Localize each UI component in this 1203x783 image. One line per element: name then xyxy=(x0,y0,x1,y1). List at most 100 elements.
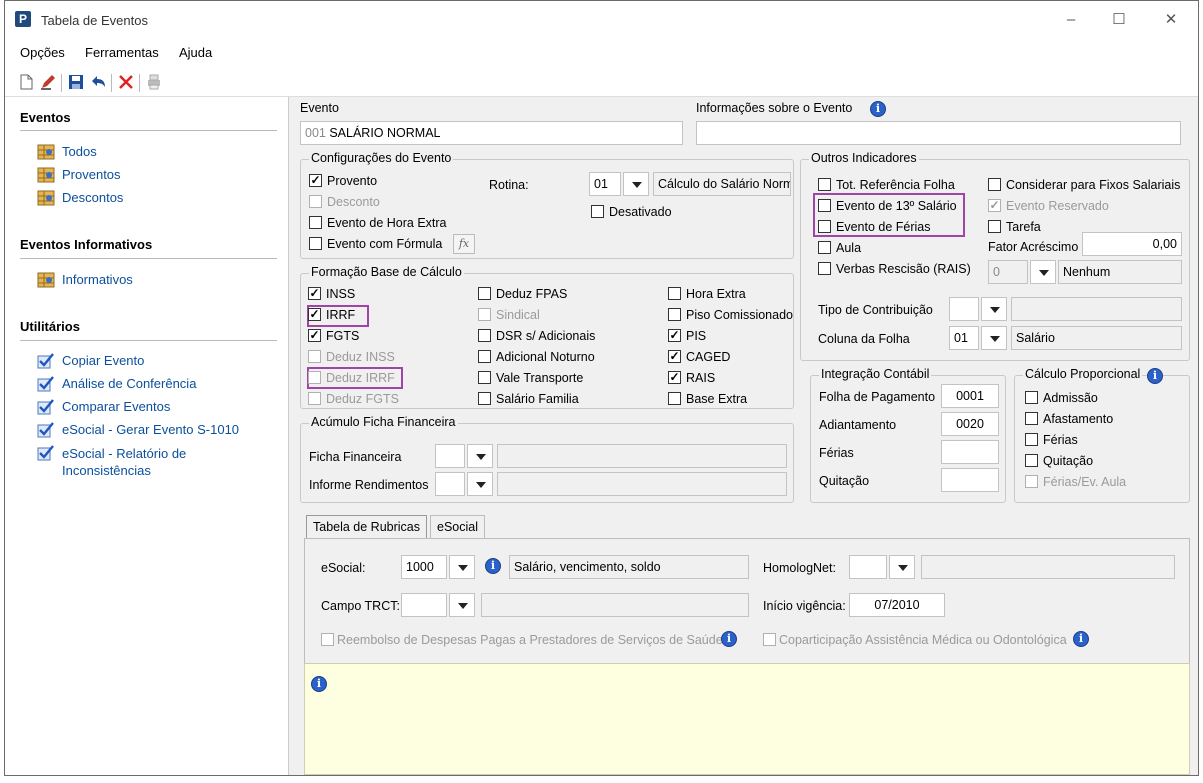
formula-checkbox[interactable] xyxy=(309,237,322,250)
trct-input[interactable] xyxy=(401,593,447,617)
fixos-label: Considerar para Fixos Salariais xyxy=(1006,178,1181,192)
coluna-code[interactable]: 01 xyxy=(949,326,979,350)
info-icon[interactable]: i xyxy=(721,631,737,647)
hora-extra-checkbox[interactable] xyxy=(309,216,322,229)
tarefa-checkbox[interactable] xyxy=(988,220,1001,233)
reembolso-checkbox[interactable] xyxy=(321,633,334,646)
tot-ref-checkbox[interactable] xyxy=(818,178,831,191)
info-icon[interactable]: i xyxy=(485,558,501,574)
new-document-icon[interactable] xyxy=(17,73,35,91)
fator-input[interactable]: 0,00 xyxy=(1082,232,1182,256)
base-checkbox[interactable] xyxy=(478,371,491,384)
sidebar-item-esocial-gerar[interactable]: eSocial - Gerar Evento S-1010 xyxy=(62,422,239,437)
desativado-checkbox[interactable] xyxy=(591,205,604,218)
base-checkbox[interactable] xyxy=(478,287,491,300)
verbas-dropdown[interactable] xyxy=(1030,260,1056,284)
base-checkbox[interactable] xyxy=(308,392,321,405)
base-checkbox[interactable]: ✓ xyxy=(668,371,681,384)
app-logo-icon: P xyxy=(15,11,31,27)
esocial-dropdown[interactable] xyxy=(449,555,475,579)
undo-icon[interactable] xyxy=(89,73,107,91)
homolog-dropdown[interactable] xyxy=(889,555,915,579)
delete-icon[interactable] xyxy=(117,73,135,91)
rotina-desc: Cálculo do Salário Normal xyxy=(653,172,791,196)
menu-ferramentas[interactable]: Ferramentas xyxy=(85,45,159,60)
tipo-contrib-dropdown[interactable] xyxy=(981,297,1007,321)
integracao-input[interactable] xyxy=(941,440,999,464)
proporcional-checkbox[interactable] xyxy=(1025,412,1038,425)
coparticipacao-checkbox[interactable] xyxy=(763,633,776,646)
aula-checkbox[interactable] xyxy=(818,241,831,254)
proporcional-checkbox[interactable] xyxy=(1025,391,1038,404)
informe-input[interactable] xyxy=(435,472,465,496)
integracao-input[interactable]: 0020 xyxy=(941,412,999,436)
formula-button[interactable]: fx xyxy=(453,234,475,254)
esocial-code[interactable]: 1000 xyxy=(401,555,447,579)
print-icon[interactable] xyxy=(145,73,163,91)
sidebar-item-informativos[interactable]: Informativos xyxy=(62,272,133,287)
base-checkbox[interactable] xyxy=(668,308,681,321)
base-checkbox[interactable] xyxy=(478,329,491,342)
tipo-contrib-input[interactable] xyxy=(949,297,979,321)
menu-ajuda[interactable]: Ajuda xyxy=(179,45,212,60)
base-label: Piso Comissionado xyxy=(686,308,793,322)
sidebar-item-comparar[interactable]: Comparar Eventos xyxy=(62,399,170,414)
maximize-button[interactable]: ☐ xyxy=(1101,9,1137,31)
info-icon[interactable]: i xyxy=(1147,368,1163,384)
integracao-input[interactable]: 0001 xyxy=(941,384,999,408)
reservado-checkbox[interactable]: ✓ xyxy=(988,199,1001,212)
base-label: RAIS xyxy=(686,371,716,385)
sidebar-item-proventos[interactable]: Proventos xyxy=(62,167,121,182)
tab-esocial[interactable]: eSocial xyxy=(430,515,485,539)
ficha-dropdown[interactable] xyxy=(467,444,493,468)
sidebar-item-todos[interactable]: Todos xyxy=(62,144,97,159)
edit-icon[interactable] xyxy=(39,73,57,91)
verbas-checkbox[interactable] xyxy=(818,262,831,275)
base-checkbox[interactable] xyxy=(478,392,491,405)
base-title: Formação Base de Cálculo xyxy=(309,265,464,279)
fixos-checkbox[interactable] xyxy=(988,178,1001,191)
rotina-dropdown[interactable] xyxy=(623,172,649,196)
sidebar-item-copiar-evento[interactable]: Copiar Evento xyxy=(62,353,144,368)
close-window-button[interactable]: ✕ xyxy=(1153,9,1189,31)
base-checkbox[interactable] xyxy=(308,371,321,384)
menu-opcoes[interactable]: Opções xyxy=(20,45,65,60)
sidebar-item-descontos[interactable]: Descontos xyxy=(62,190,123,205)
checklist-icon xyxy=(37,399,54,415)
evento-input[interactable]: 001 SALÁRIO NORMAL xyxy=(300,121,683,145)
proporcional-checkbox[interactable] xyxy=(1025,433,1038,446)
info-evento-input[interactable] xyxy=(696,121,1181,145)
proporcional-checkbox[interactable] xyxy=(1025,454,1038,467)
base-checkbox[interactable] xyxy=(668,392,681,405)
base-checkbox[interactable]: ✓ xyxy=(308,329,321,342)
homolog-input[interactable] xyxy=(849,555,887,579)
provento-checkbox[interactable]: ✓ xyxy=(309,174,322,187)
desconto-checkbox[interactable] xyxy=(309,195,322,208)
base-checkbox[interactable]: ✓ xyxy=(668,329,681,342)
base-checkbox[interactable] xyxy=(308,350,321,363)
ficha-input[interactable] xyxy=(435,444,465,468)
integracao-input[interactable] xyxy=(941,468,999,492)
proporcional-checkbox[interactable] xyxy=(1025,475,1038,488)
sidebar-item-esocial-relatorio[interactable]: eSocial - Relatório de Inconsistências xyxy=(62,445,222,479)
integracao-group: Integração Contábil Folha de Pagamento 0… xyxy=(810,367,1006,503)
base-checkbox[interactable] xyxy=(478,308,491,321)
info-icon[interactable]: i xyxy=(870,101,886,117)
minimize-button[interactable]: – xyxy=(1053,9,1089,31)
base-checkbox[interactable] xyxy=(478,350,491,363)
informe-dropdown[interactable] xyxy=(467,472,493,496)
info-icon[interactable]: i xyxy=(1073,631,1089,647)
vigencia-input[interactable]: 07/2010 xyxy=(849,593,945,617)
rubricas-panel: eSocial: 1000 i Salário, vencimento, sol… xyxy=(304,538,1190,668)
base-checkbox[interactable]: ✓ xyxy=(308,287,321,300)
base-checkbox[interactable]: ✓ xyxy=(308,308,321,321)
coluna-dropdown[interactable] xyxy=(981,326,1007,350)
rotina-code[interactable]: 01 xyxy=(589,172,621,196)
trct-dropdown[interactable] xyxy=(449,593,475,617)
save-icon[interactable] xyxy=(67,73,85,91)
menu-bar: Opções Ferramentas Ajuda xyxy=(5,39,1198,67)
sidebar-item-analise[interactable]: Análise de Conferência xyxy=(62,376,196,391)
tab-rubricas[interactable]: Tabela de Rubricas xyxy=(306,515,428,539)
base-checkbox[interactable]: ✓ xyxy=(668,350,681,363)
base-checkbox[interactable] xyxy=(668,287,681,300)
